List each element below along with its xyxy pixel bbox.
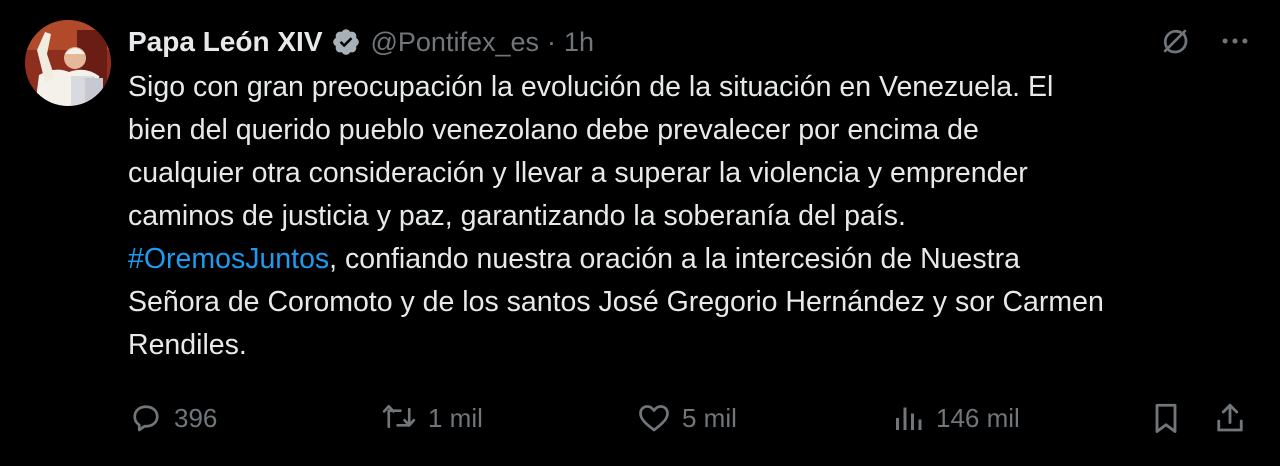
views-button[interactable]: 146 mil [890,395,1020,441]
like-count: 5 mil [682,402,737,433]
tweet[interactable]: Papa León XIV @Pontifex_es · 1h Sigo con… [0,0,1280,466]
views-icon [890,400,926,436]
tweet-text-line: bien del querido pueblo venezolano debe … [128,114,979,146]
hashtag-link[interactable]: #OremosJuntos [128,243,329,275]
tweet-actions: 396 1 mil 5 mil 146 mil [128,395,1248,441]
tweet-text-line: caminos de justicia y paz, garantizando … [128,200,906,232]
tweet-text: Sigo con gran preocupación la evolución … [128,66,1258,367]
author-handle[interactable]: @Pontifex_es [371,27,540,58]
tweet-header: Papa León XIV @Pontifex_es · 1h [128,22,594,62]
repost-button[interactable]: 1 mil [380,395,483,441]
heart-icon [636,400,672,436]
grok-icon[interactable] [1158,24,1192,58]
reply-button[interactable]: 396 [128,395,217,441]
share-icon [1212,400,1248,436]
tweet-text-line: Rendiles. [128,329,247,361]
views-count: 146 mil [936,402,1020,433]
avatar-image [25,20,111,106]
repost-icon [380,400,418,436]
tweet-time[interactable]: 1h [564,27,594,58]
tweet-text-line-hashtag: #OremosJuntos, confiando nuestra oración… [128,238,1258,281]
bookmark-icon [1148,400,1184,436]
bookmark-button[interactable] [1148,395,1184,441]
separator-dot: · [547,26,556,57]
reply-icon [128,400,164,436]
tweet-text-fragment: , confiando nuestra oración a la interce… [329,243,1020,275]
share-button[interactable] [1212,395,1248,441]
verified-badge-icon[interactable] [331,27,361,57]
reply-count: 396 [174,402,218,433]
author-name[interactable]: Papa León XIV [128,26,323,58]
tweet-text-line: Señora de Coromoto y de los santos José … [128,286,1104,318]
repost-count: 1 mil [428,402,483,433]
avatar[interactable] [25,20,111,106]
tweet-text-line: cualquier otra consideración y llevar a … [128,157,1028,189]
tweet-text-line: Sigo con gran preocupación la evolución … [128,71,1054,103]
like-button[interactable]: 5 mil [636,395,737,441]
more-icon[interactable] [1218,24,1252,58]
tweet-top-actions [1158,24,1252,58]
